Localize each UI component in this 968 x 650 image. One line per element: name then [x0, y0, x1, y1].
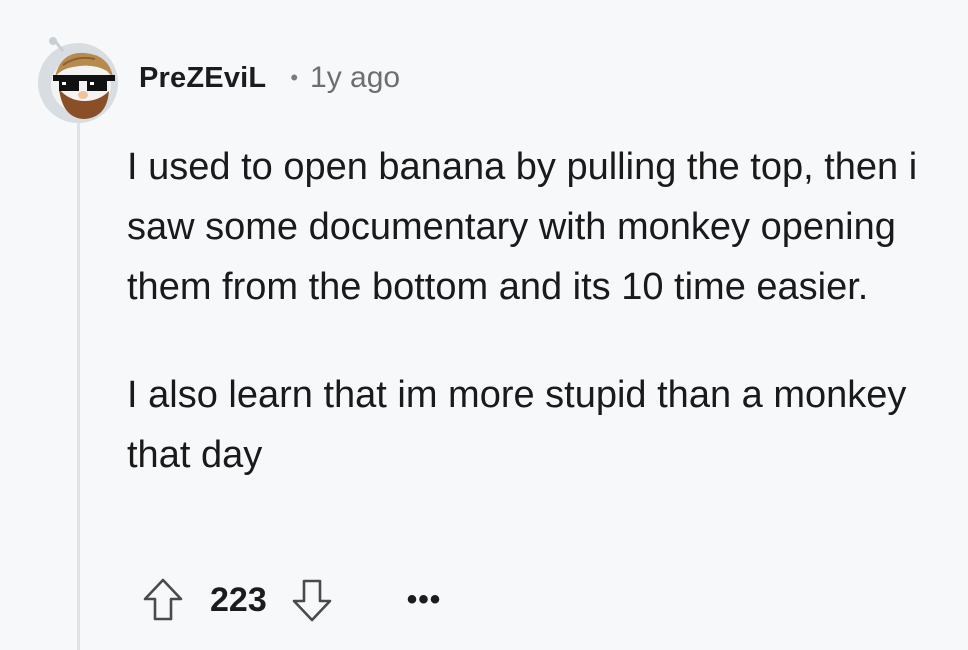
separator-dot: •: [290, 65, 299, 90]
vote-score: 223: [210, 580, 267, 619]
comment-actions: 223 •••: [138, 572, 441, 628]
more-options-button[interactable]: •••: [407, 585, 442, 615]
comment-body: I used to open banana by pulling the top…: [127, 137, 947, 485]
downvote-arrow-icon: [292, 579, 332, 622]
comment-header: PreZEviL • 1y ago: [139, 58, 400, 98]
thread-line: [77, 122, 80, 650]
upvote-arrow-icon: [143, 578, 183, 621]
comment-paragraph: I also learn that im more stupid than a …: [127, 374, 907, 476]
upvote-button[interactable]: [138, 575, 188, 625]
timestamp[interactable]: 1y ago: [310, 61, 400, 95]
avatar-icon: [38, 37, 118, 123]
comment-paragraph: I used to open banana by pulling the top…: [127, 146, 918, 308]
downvote-button[interactable]: [287, 575, 337, 625]
user-avatar[interactable]: [33, 37, 123, 123]
username[interactable]: PreZEviL: [139, 62, 266, 95]
